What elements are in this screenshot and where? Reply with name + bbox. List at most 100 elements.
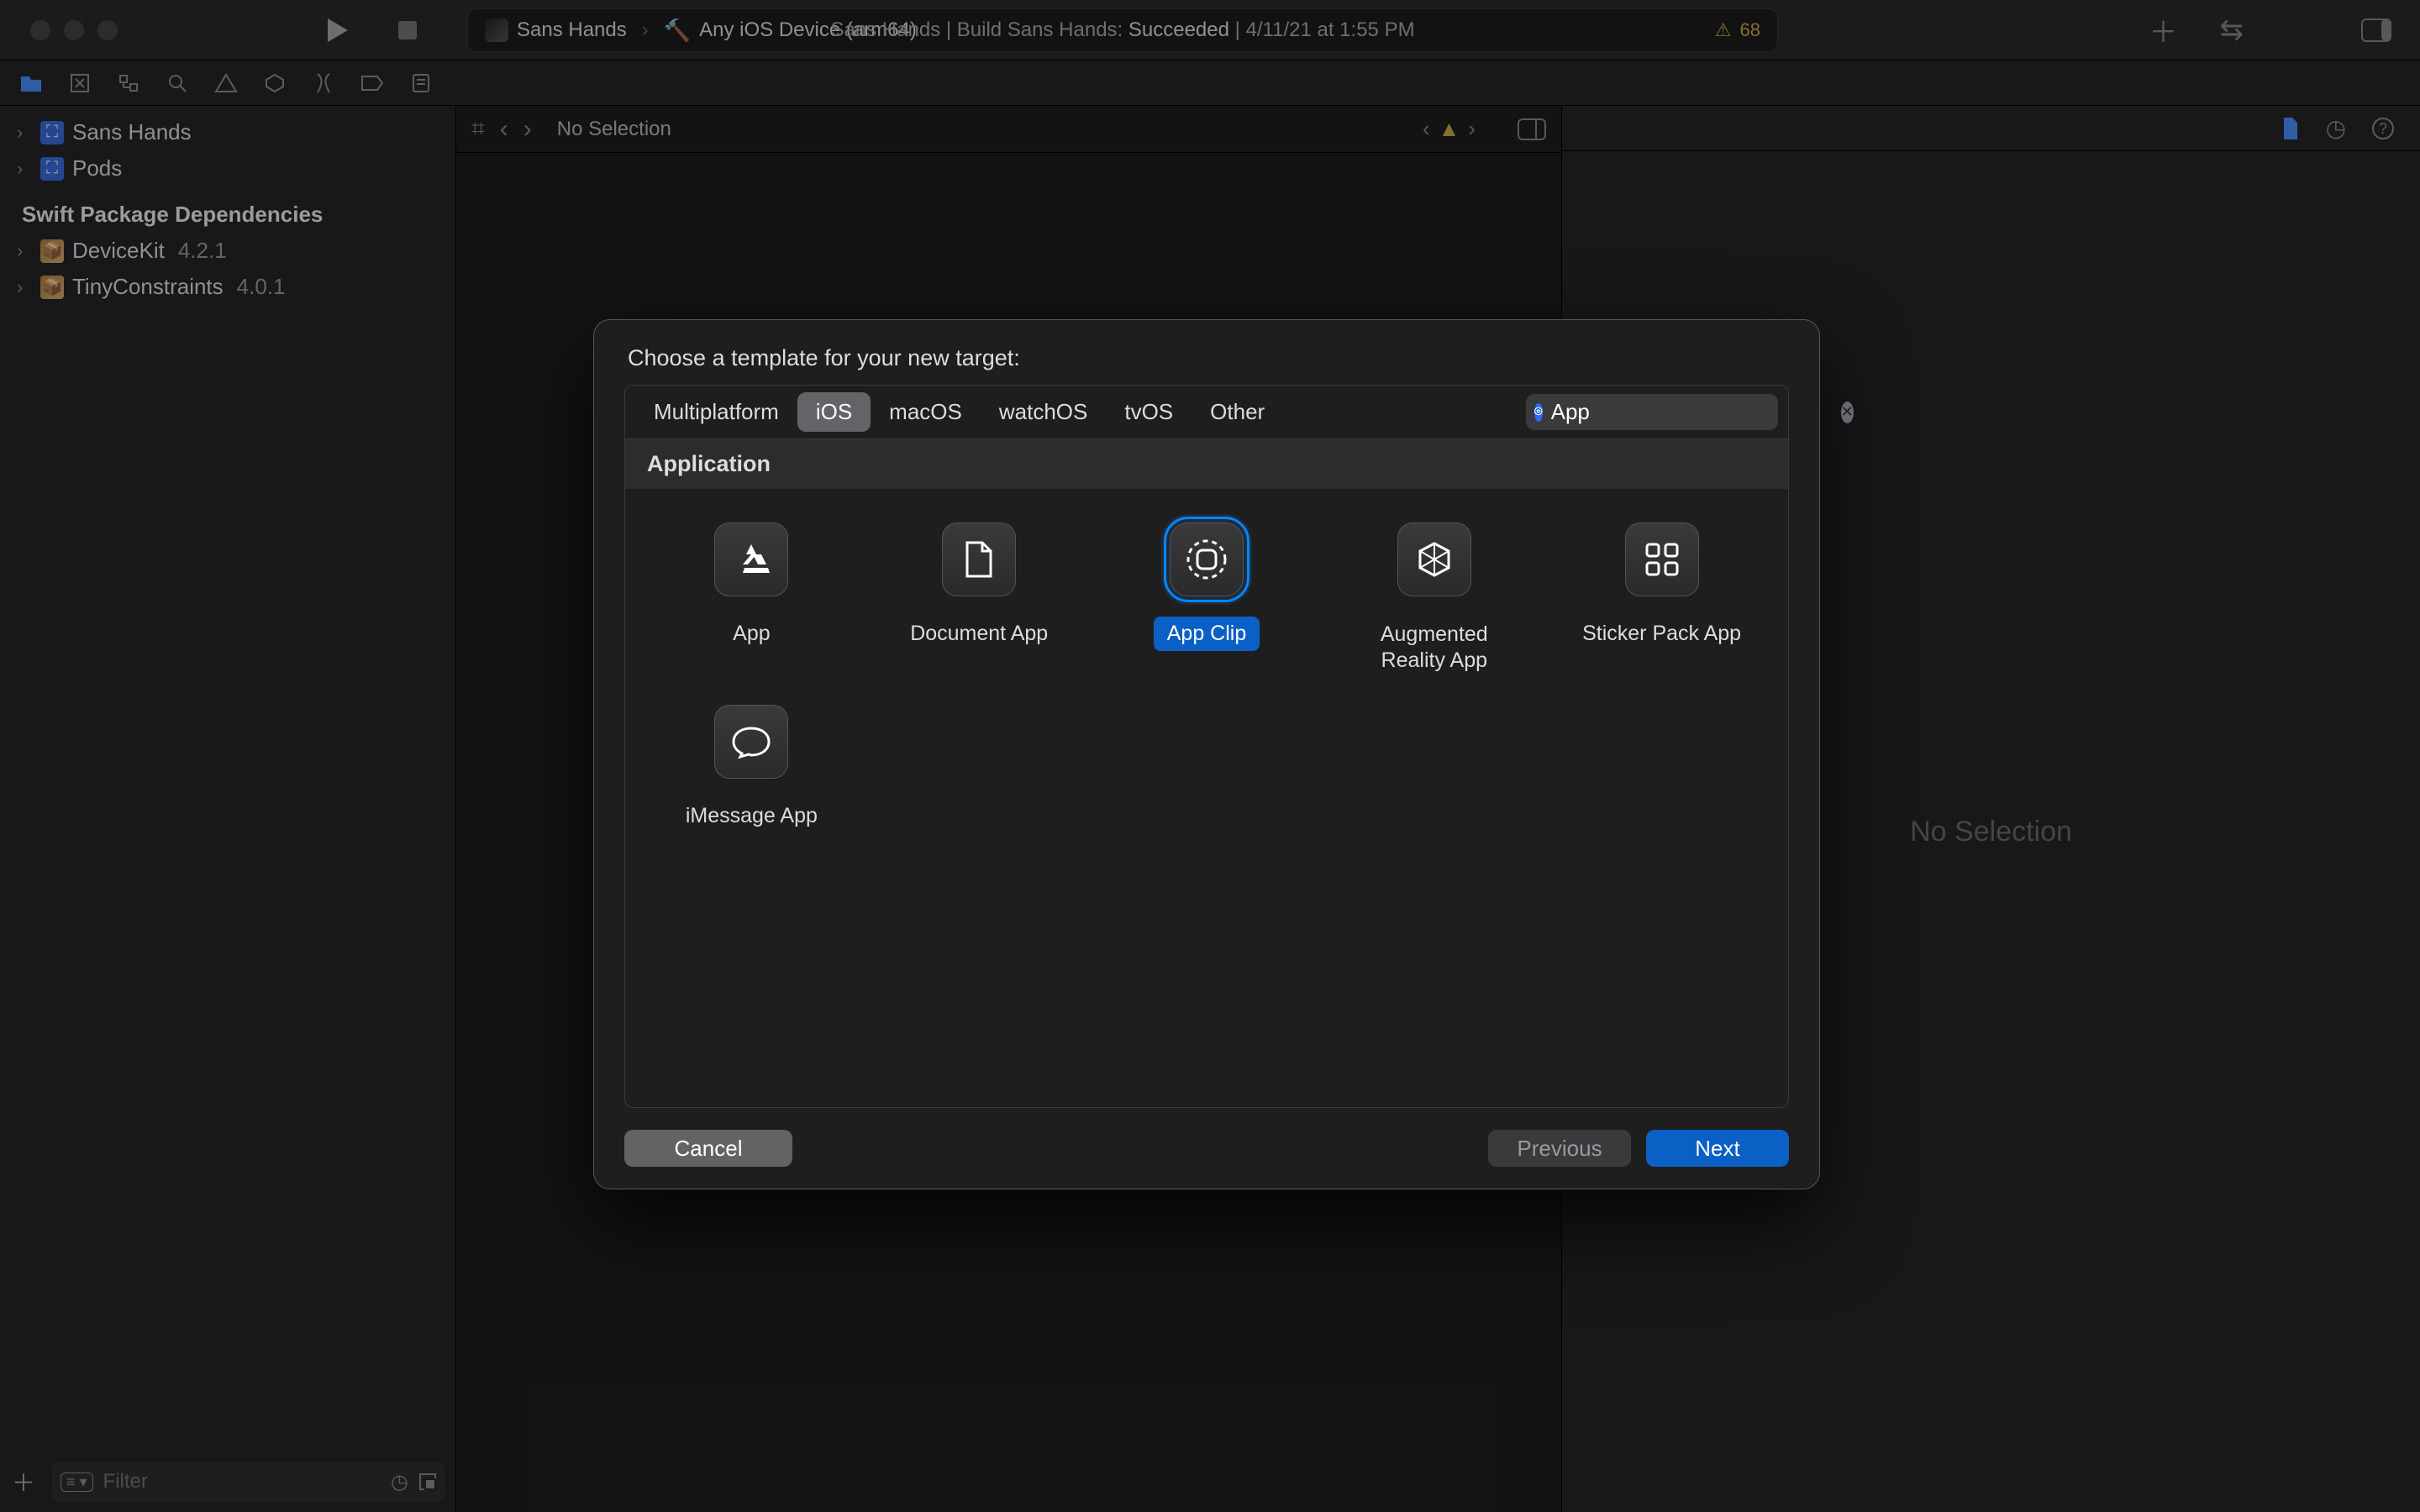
navigator-filter-input[interactable] [103, 1470, 381, 1494]
disclosure-triangle-icon[interactable]: › [17, 122, 32, 144]
related-items-icon[interactable]: ⌗ [471, 115, 485, 143]
template-item-app[interactable]: App [642, 514, 861, 688]
code-review-icon[interactable]: ⇆ [2220, 13, 2244, 47]
jump-bar: ⌗ ‹ › No Selection ‹ ▲ › [456, 106, 1561, 153]
clear-filter-button[interactable]: ✕ [1841, 402, 1854, 423]
scm-filter-icon[interactable] [418, 1473, 437, 1491]
issue-mini-icon[interactable]: ▲ [1439, 116, 1460, 142]
sheet-title: Choose a template for your new target: [624, 345, 1789, 371]
build-status: Sans Hands | Build Sans Hands: Succeeded… [830, 18, 1414, 42]
run-button[interactable] [328, 18, 348, 42]
template-item-app-clip[interactable]: App Clip [1097, 514, 1317, 688]
add-editor-button[interactable]: ＋ [2149, 9, 2178, 50]
platform-segment-watchos[interactable]: watchOS [981, 392, 1107, 432]
issue-navigator-tab[interactable] [213, 71, 239, 96]
history-inspector-tab[interactable]: ◷ [2326, 114, 2346, 142]
package-version-label: 4.0.1 [237, 274, 286, 300]
template-item-document-app[interactable]: Document App [870, 514, 1089, 688]
tree-package-row[interactable]: › 📦 TinyConstraints 4.0.1 [17, 269, 455, 305]
inspector-placeholder: No Selection [1910, 816, 2072, 848]
minimap-next-icon[interactable]: › [1468, 116, 1476, 142]
template-label: App Clip [1154, 617, 1260, 651]
add-file-button[interactable]: ＋ [10, 1465, 37, 1499]
template-label: App [719, 617, 783, 651]
debug-navigator-tab[interactable] [311, 71, 336, 96]
platform-segment-multiplatform[interactable]: Multiplatform [635, 392, 797, 432]
editor-split-icon[interactable] [1518, 118, 1546, 140]
clock-icon[interactable]: ◷ [391, 1470, 408, 1494]
project-navigator: › ⛶ Sans Hands › ⛶ Pods Swift Package De… [0, 106, 456, 1512]
stop-button[interactable] [398, 21, 417, 39]
nav-back-icon[interactable]: ‹ [500, 115, 508, 144]
template-item-ar-app[interactable]: Augmented Reality App [1324, 514, 1544, 688]
project-navigator-tab[interactable] [18, 71, 44, 96]
platform-segment-other[interactable]: Other [1192, 392, 1283, 432]
toggle-right-panel-button[interactable] [2361, 18, 2391, 42]
section-header: Swift Package Dependencies [17, 186, 455, 233]
hammer-icon: 🔨 [664, 18, 691, 44]
cancel-button[interactable]: Cancel [624, 1130, 792, 1167]
tree-label: Pods [72, 155, 122, 181]
nav-forward-icon[interactable]: › [523, 115, 532, 144]
minimap-prev-icon[interactable]: ‹ [1423, 116, 1430, 142]
close-window-icon[interactable] [30, 20, 50, 40]
template-label: Augmented Reality App [1333, 617, 1535, 680]
toolbar-right-cluster: ＋ ⇆ [2149, 9, 2392, 50]
symbol-navigator-tab[interactable] [116, 71, 141, 96]
test-navigator-tab[interactable] [262, 71, 287, 96]
platform-segment-ios[interactable]: iOS [797, 392, 871, 432]
minimize-window-icon[interactable] [64, 20, 84, 40]
appclip-icon [1170, 522, 1244, 596]
sheet-footer: Cancel Previous Next [624, 1108, 1789, 1167]
scheme-separator-icon: › [642, 18, 649, 42]
tree-project-row[interactable]: › ⛶ Pods [17, 150, 455, 186]
package-icon: 📦 [40, 239, 64, 263]
file-inspector-tab[interactable] [2281, 116, 2301, 141]
template-group-header: Application [625, 439, 1788, 489]
template-item-sticker-pack[interactable]: Sticker Pack App [1552, 514, 1771, 688]
tree-project-row[interactable]: › ⛶ Sans Hands [17, 114, 455, 150]
help-inspector-tab[interactable]: ? [2371, 117, 2395, 140]
zoom-window-icon[interactable] [97, 20, 118, 40]
template-list: Application App Document App App Clip [624, 439, 1789, 1108]
ar-icon [1397, 522, 1471, 596]
warning-triangle-icon: ⚠︎ [1715, 19, 1732, 41]
previous-button[interactable]: Previous [1488, 1130, 1631, 1167]
disclosure-triangle-icon[interactable]: › [17, 240, 32, 262]
tree-label: Sans Hands [72, 119, 192, 145]
template-item-imessage-app[interactable]: iMessage App [642, 696, 861, 842]
xcode-project-icon: ⛶ [40, 157, 64, 181]
document-icon [942, 522, 1016, 596]
template-label: Document App [897, 617, 1061, 651]
activity-bar: Sans Hands › 🔨 Any iOS Device (arm64) Sa… [467, 8, 1778, 52]
build-status-word: Succeeded [1128, 18, 1229, 41]
template-filter-field[interactable]: ⌾ ✕ [1526, 394, 1778, 430]
platform-segment-tvos[interactable]: tvOS [1106, 392, 1192, 432]
next-button[interactable]: Next [1646, 1130, 1789, 1167]
breakpoint-navigator-tab[interactable] [360, 71, 385, 96]
source-control-navigator-tab[interactable] [67, 71, 92, 96]
grid-icon [1625, 522, 1699, 596]
platform-filter-row: Multiplatform iOS macOS watchOS tvOS Oth… [624, 385, 1789, 439]
navigator-filter-field[interactable]: ≡ ▾ ◷ [52, 1462, 445, 1502]
xcode-project-icon: ⛶ [40, 121, 64, 144]
app-icon [714, 522, 788, 596]
filter-token-icon: ⌾ [1534, 403, 1543, 422]
tree-package-row[interactable]: › 📦 DeviceKit 4.2.1 [17, 233, 455, 269]
disclosure-triangle-icon[interactable]: › [17, 276, 32, 298]
run-controls [328, 18, 417, 42]
navigator-tab-bar [0, 60, 2420, 106]
project-tree: › ⛶ Sans Hands › ⛶ Pods Swift Package De… [0, 106, 455, 312]
template-label: iMessage App [672, 799, 831, 833]
scope-icon[interactable]: ≡ ▾ [60, 1473, 93, 1492]
report-navigator-tab[interactable] [408, 71, 434, 96]
disclosure-triangle-icon[interactable]: › [17, 158, 32, 180]
find-navigator-tab[interactable] [165, 71, 190, 96]
new-target-sheet: Choose a template for your new target: M… [593, 319, 1820, 1189]
build-status-suffix: | 4/11/21 at 1:55 PM [1229, 18, 1415, 41]
project-icon [485, 18, 508, 42]
template-filter-input[interactable] [1551, 399, 1833, 425]
template-label: Sticker Pack App [1569, 617, 1754, 651]
platform-segment-macos[interactable]: macOS [871, 392, 981, 432]
issue-badge[interactable]: ⚠︎ 68 [1715, 19, 1760, 41]
